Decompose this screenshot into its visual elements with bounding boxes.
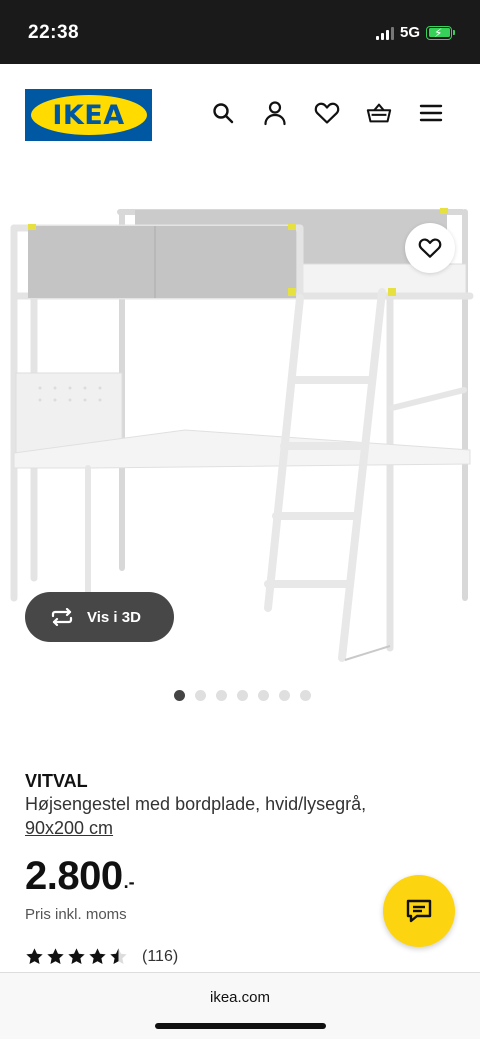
favorites-icon[interactable] [314,100,340,126]
carousel-dot[interactable] [216,690,227,701]
ikea-logo[interactable]: IKEA [25,89,152,141]
view-3d-label: Vis i 3D [87,608,141,626]
carousel-dot[interactable] [195,690,206,701]
menu-icon[interactable] [418,100,444,126]
signal-icon [375,26,394,40]
carousel-dot[interactable] [237,690,248,701]
search-icon[interactable] [210,100,236,126]
account-icon[interactable] [262,100,288,126]
vat-note: Pris inkl. moms [25,906,127,923]
carousel-dot[interactable] [174,690,185,701]
rating-count: (116) [142,947,179,965]
url-text[interactable]: ikea.com [0,989,480,1006]
chat-icon [406,899,432,923]
network-label: 5G [399,24,420,41]
price-suffix: .- [123,872,135,892]
view-3d-button[interactable]: Vis i 3D [25,592,174,642]
carousel-dot[interactable] [258,690,269,701]
image-carousel-dots [174,690,311,701]
logo-oval: IKEA [30,95,147,135]
product-description: Højsengestel med bordplade, hvid/lysegrå… [25,794,367,814]
star-full-icon [89,948,106,965]
star-full-icon [68,948,85,965]
home-indicator[interactable] [155,1023,326,1029]
add-to-favorites-button[interactable] [405,223,455,273]
status-bar: 22:38 5G ⚡ [0,0,480,64]
carousel-dot[interactable] [300,690,311,701]
logo-text: IKEA [52,99,125,131]
product-name: VITVAL [25,771,88,791]
header-nav [210,100,444,126]
status-time: 22:38 [28,22,80,43]
product-size-link[interactable]: 90x200 cm [25,816,455,840]
product-price: 2.800 .- [25,853,135,899]
browser-address-bar[interactable]: ikea.com [0,972,480,1039]
site-header: IKEA [0,64,480,168]
product-info: VITVAL Højsengestel med bordplade, hvid/… [25,770,455,840]
carousel-dot[interactable] [279,690,290,701]
heart-icon [418,238,442,258]
battery-icon: ⚡ [426,25,455,40]
star-half-icon [110,948,127,965]
star-full-icon [26,948,43,965]
chat-button[interactable] [383,875,455,947]
status-indicators: 5G ⚡ [375,24,455,41]
rotate-3d-icon [51,608,73,626]
star-full-icon [47,948,64,965]
product-rating[interactable]: (116) [25,947,178,966]
basket-icon[interactable] [366,100,392,126]
price-amount: 2.800 [25,854,123,898]
